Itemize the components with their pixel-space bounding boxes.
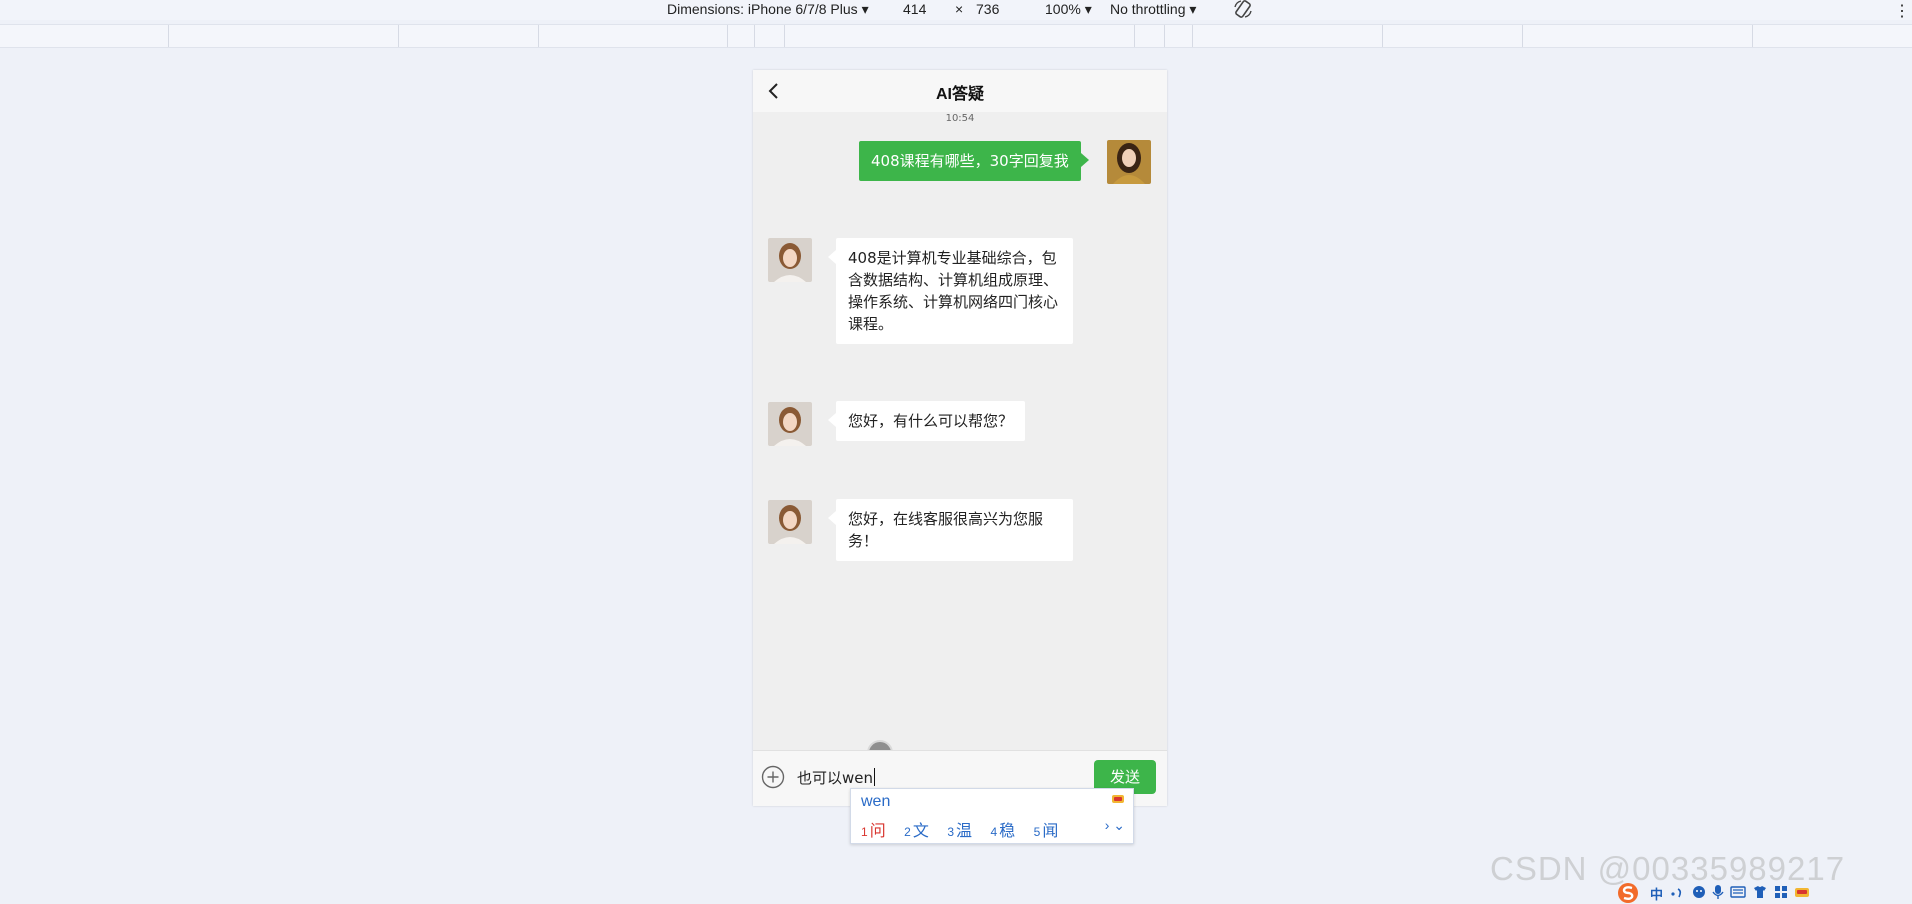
height-input[interactable]: 736 [976,1,999,17]
ime-composition: wen [861,793,891,810]
message-text: 您好，有什么可以帮您？ [848,412,1014,430]
more-options-icon[interactable]: ⋮ [1894,1,1910,21]
bot-avatar [768,402,812,446]
ime-lang-toggle[interactable]: 中 [1650,884,1663,903]
text-caret [874,768,876,786]
bot-avatar [768,500,812,544]
device-select[interactable]: Dimensions: iPhone 6/7/8 Plus ▾ [667,1,869,18]
device-toolbar: Dimensions: iPhone 6/7/8 Plus ▾ 414 × 73… [0,0,1912,20]
ime-candidate[interactable]: 2文 [904,817,929,841]
width-input[interactable]: 414 [903,1,926,17]
device-dropdown-icon: ▾ [861,1,869,17]
message-text: 408课程有哪些，30字回复我 [871,152,1069,170]
ime-next-page-icon[interactable]: › [1105,817,1110,833]
bot-message-bubble: 您好，在线客服很高兴为您服务！ [828,499,1073,561]
ime-candidate-window: wen 1问 2文 3温 4稳 5闻 › ⌄ [850,788,1134,844]
zoom-dropdown-icon: ▾ [1084,1,1092,17]
phone-viewport: AI答疑 10:54 408课程有哪些，30字回复我 408是计算机专业基础综合… [753,70,1167,806]
ime-skin-icon[interactable] [1111,793,1125,805]
ime-candidate[interactable]: 5闻 [1034,817,1059,841]
bot-message-bubble: 您好，有什么可以帮您？ [828,401,1026,441]
ime-candidate[interactable]: 1问 [861,817,886,841]
skin-shirt-icon[interactable] [1752,885,1768,899]
media-query-ruler [0,24,1912,48]
message-text: 408是计算机专业基础综合，包含数据结构、计算机组成原理、操作系统、计算机网络四… [848,249,1059,333]
bot-message-bubble: 408是计算机专业基础综合，包含数据结构、计算机组成原理、操作系统、计算机网络四… [828,238,1073,344]
emoji-icon[interactable] [1692,885,1706,899]
zoom-label: 100% [1045,1,1081,17]
zoom-select[interactable]: 100% ▾ [1045,1,1092,18]
ime-expand-icon[interactable]: ⌄ [1113,817,1125,833]
device-label: Dimensions: iPhone 6/7/8 Plus [667,1,858,17]
message-text: 您好，在线客服很高兴为您服务！ [848,510,1044,550]
toolbox-grid-icon[interactable] [1774,885,1788,899]
page-title: AI答疑 [935,86,984,103]
add-icon[interactable] [761,765,785,789]
message-timestamp: 10:54 [945,113,975,124]
bot-avatar [768,238,812,282]
microphone-icon[interactable] [1712,884,1724,900]
ime-candidate[interactable]: 4稳 [990,817,1015,841]
times-label: × [955,1,964,17]
user-message-bubble: 408课程有哪些，30字回复我 [859,141,1089,181]
punctuation-icon[interactable] [1670,886,1684,898]
ime-nav: › ⌄ [1105,817,1125,834]
ime-candidate-list: 1问 2文 3温 4稳 5闻 [861,817,1072,841]
ime-status-tray: 中 [1612,880,1912,904]
throttling-dropdown-icon: ▾ [1189,1,1197,17]
ime-candidate[interactable]: 3温 [947,817,972,841]
keyboard-icon[interactable] [1730,886,1746,898]
input-value: 也可以wen [797,769,874,787]
chat-header: AI答疑 [753,70,1167,112]
sogou-logo-icon [1618,883,1638,903]
rotate-icon[interactable] [1232,0,1254,20]
throttling-select[interactable]: No throttling ▾ [1110,1,1196,18]
throttling-label: No throttling [1110,1,1186,17]
ime-mascot-icon[interactable] [1794,885,1810,899]
user-avatar [1107,140,1151,184]
